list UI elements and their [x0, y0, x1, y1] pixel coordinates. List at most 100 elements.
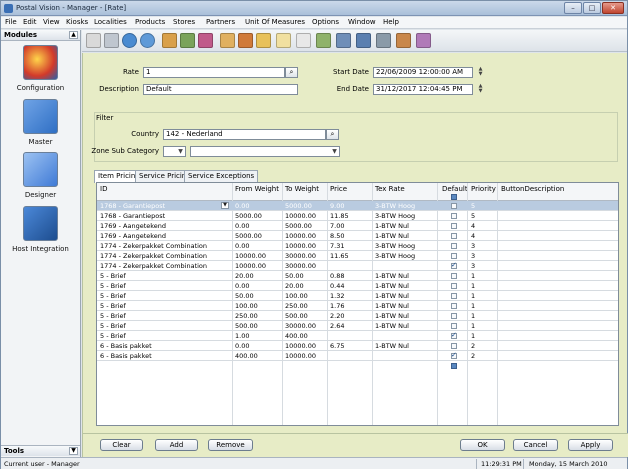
- cell-from[interactable]: 10000.00: [235, 262, 280, 270]
- module-configuration[interactable]: Configuration: [1, 45, 80, 99]
- cell-from[interactable]: 20.00: [235, 272, 280, 280]
- table-row[interactable]: 1769 - Aangetekend 5000.00 10000.00 8.50 1-B…: [97, 231, 618, 241]
- percent-icon[interactable]: [276, 33, 291, 48]
- col-default[interactable]: Default: [442, 185, 468, 193]
- menu-file[interactable]: File: [5, 18, 17, 26]
- table-row[interactable]: 1774 - Zekerpakket Combination 10000.00 30…: [97, 261, 618, 271]
- col-to-weight[interactable]: To Weight: [285, 185, 319, 193]
- cell-to[interactable]: 5000.00: [285, 202, 325, 210]
- default-checkbox[interactable]: [451, 223, 457, 229]
- cell-price[interactable]: 0.44: [330, 282, 370, 290]
- cell-price[interactable]: 2.64: [330, 322, 370, 330]
- cell-id[interactable]: 1769 - Aangetekend: [100, 222, 220, 230]
- cell-price[interactable]: 7.00: [330, 222, 370, 230]
- stack-icon[interactable]: [376, 33, 391, 48]
- remove-button[interactable]: Remove: [208, 439, 253, 451]
- default-checkbox[interactable]: [451, 213, 457, 219]
- module-host-integration[interactable]: Host Integration: [1, 206, 80, 260]
- cell-from[interactable]: 100.00: [235, 302, 280, 310]
- table-row[interactable]: 1774 - Zekerpakket Combination 0.00 10000.…: [97, 241, 618, 251]
- cell-from[interactable]: 5000.00: [235, 232, 280, 240]
- cell-priority[interactable]: 3: [471, 262, 495, 270]
- cell-to[interactable]: 30000.00: [285, 322, 325, 330]
- barcode-icon[interactable]: [296, 33, 311, 48]
- clear-button[interactable]: Clear: [100, 439, 143, 451]
- calendar-icon[interactable]: [220, 33, 235, 48]
- cell-to[interactable]: 10000.00: [285, 242, 325, 250]
- default-filter-checkbox[interactable]: [451, 194, 457, 200]
- default-checkbox[interactable]: [451, 203, 457, 209]
- box-icon[interactable]: [238, 33, 253, 48]
- default-checkbox[interactable]: [451, 293, 457, 299]
- cell-tax[interactable]: 3-BTW Hoog: [375, 242, 435, 250]
- cell-id[interactable]: 5 - Brief: [100, 292, 220, 300]
- close-button[interactable]: ✕: [602, 2, 624, 14]
- module-master[interactable]: Master: [1, 99, 80, 153]
- start-date-spinner-icon[interactable]: ▲ ▼: [475, 67, 486, 78]
- cell-to[interactable]: 30000.00: [285, 262, 325, 270]
- modules-scroll-up-icon[interactable]: ▲: [69, 31, 78, 39]
- default-checkbox[interactable]: [451, 253, 457, 259]
- cell-to[interactable]: 10000.00: [285, 232, 325, 240]
- table-row[interactable]: 5 - Brief 250.00 500.00 2.20 1-BTW Nul 1: [97, 311, 618, 321]
- cell-priority[interactable]: 2: [471, 342, 495, 350]
- cell-id[interactable]: 5 - Brief: [100, 312, 220, 320]
- end-date-input[interactable]: 31/12/2017 12:04:45 PM: [373, 84, 473, 95]
- cell-priority[interactable]: 3: [471, 242, 495, 250]
- cell-to[interactable]: 10000.00: [285, 352, 325, 360]
- table-row[interactable]: 5 - Brief 500.00 30000.00 2.64 1-BTW Nul 1: [97, 321, 618, 331]
- rate-search-icon[interactable]: ⌕: [285, 67, 298, 78]
- cell-id[interactable]: 5 - Brief: [100, 272, 220, 280]
- col-price[interactable]: Price: [330, 185, 347, 193]
- minimize-button[interactable]: –: [564, 2, 582, 14]
- add-button[interactable]: Add: [155, 439, 198, 451]
- pins-icon[interactable]: [86, 33, 101, 48]
- menu-view[interactable]: View: [43, 18, 60, 26]
- cell-to[interactable]: 400.00: [285, 332, 325, 340]
- default-checkbox[interactable]: [451, 273, 457, 279]
- table-row[interactable]: 5 - Brief 0.00 20.00 0.44 1-BTW Nul 1: [97, 281, 618, 291]
- tools-header[interactable]: Tools ▼: [1, 445, 80, 456]
- cell-priority[interactable]: 1: [471, 282, 495, 290]
- module-designer[interactable]: Designer: [1, 152, 80, 206]
- cell-tax[interactable]: 1-BTW Nul: [375, 272, 435, 280]
- cell-priority[interactable]: 1: [471, 302, 495, 310]
- cell-price[interactable]: 9.00: [330, 202, 370, 210]
- cell-id[interactable]: 5 - Brief: [100, 332, 220, 340]
- cell-to[interactable]: 10000.00: [285, 342, 325, 350]
- cell-tax[interactable]: 1-BTW Nul: [375, 282, 435, 290]
- cell-id[interactable]: 6 - Basis pakket: [100, 352, 220, 360]
- default-checkbox[interactable]: [451, 283, 457, 289]
- cell-id[interactable]: 1774 - Zekerpakket Combination: [100, 252, 220, 260]
- table-row[interactable]: 6 - Basis pakket 400.00 10000.00 2: [97, 351, 618, 361]
- table-row[interactable]: 5 - Brief 100.00 250.00 1.76 1-BTW Nul 1: [97, 301, 618, 311]
- menu-window[interactable]: Window: [348, 18, 376, 26]
- table-row[interactable]: 1769 - Aangetekend 0.00 5000.00 7.00 1-BTW N…: [97, 221, 618, 231]
- cell-from[interactable]: 0.00: [235, 342, 280, 350]
- table-row[interactable]: 1768 - Garantiepost 5000.00 10000.00 11.85 3…: [97, 211, 618, 221]
- end-date-spinner-icon[interactable]: ▲ ▼: [475, 84, 486, 95]
- cell-to[interactable]: 100.00: [285, 292, 325, 300]
- cell-priority[interactable]: 5: [471, 212, 495, 220]
- table-row[interactable]: 1774 - Zekerpakket Combination 10000.00 30…: [97, 251, 618, 261]
- cell-priority[interactable]: 1: [471, 312, 495, 320]
- table-row[interactable]: 5 - Brief 1.00 400.00 1: [97, 331, 618, 341]
- zone-name-dropdown-icon[interactable]: ▼: [329, 146, 340, 157]
- col-button-description[interactable]: ButtonDescription: [501, 185, 564, 193]
- default-checkbox[interactable]: [451, 243, 457, 249]
- default-checkbox[interactable]: [451, 343, 457, 349]
- cell-priority[interactable]: 1: [471, 292, 495, 300]
- cell-id[interactable]: 5 - Brief: [100, 282, 220, 290]
- cell-price[interactable]: 1.76: [330, 302, 370, 310]
- cell-priority[interactable]: 5: [471, 202, 495, 210]
- cell-priority[interactable]: 1: [471, 272, 495, 280]
- default-checkbox[interactable]: [451, 351, 457, 359]
- scale-icon[interactable]: [316, 33, 331, 48]
- cell-to[interactable]: 20.00: [285, 282, 325, 290]
- arrow-icon[interactable]: [256, 33, 271, 48]
- cell-id[interactable]: 5 - Brief: [100, 322, 220, 330]
- default-checkbox[interactable]: [451, 331, 457, 339]
- cell-to[interactable]: 500.00: [285, 312, 325, 320]
- tools-scroll-down-icon[interactable]: ▼: [69, 447, 78, 455]
- cell-to[interactable]: 10000.00: [285, 212, 325, 220]
